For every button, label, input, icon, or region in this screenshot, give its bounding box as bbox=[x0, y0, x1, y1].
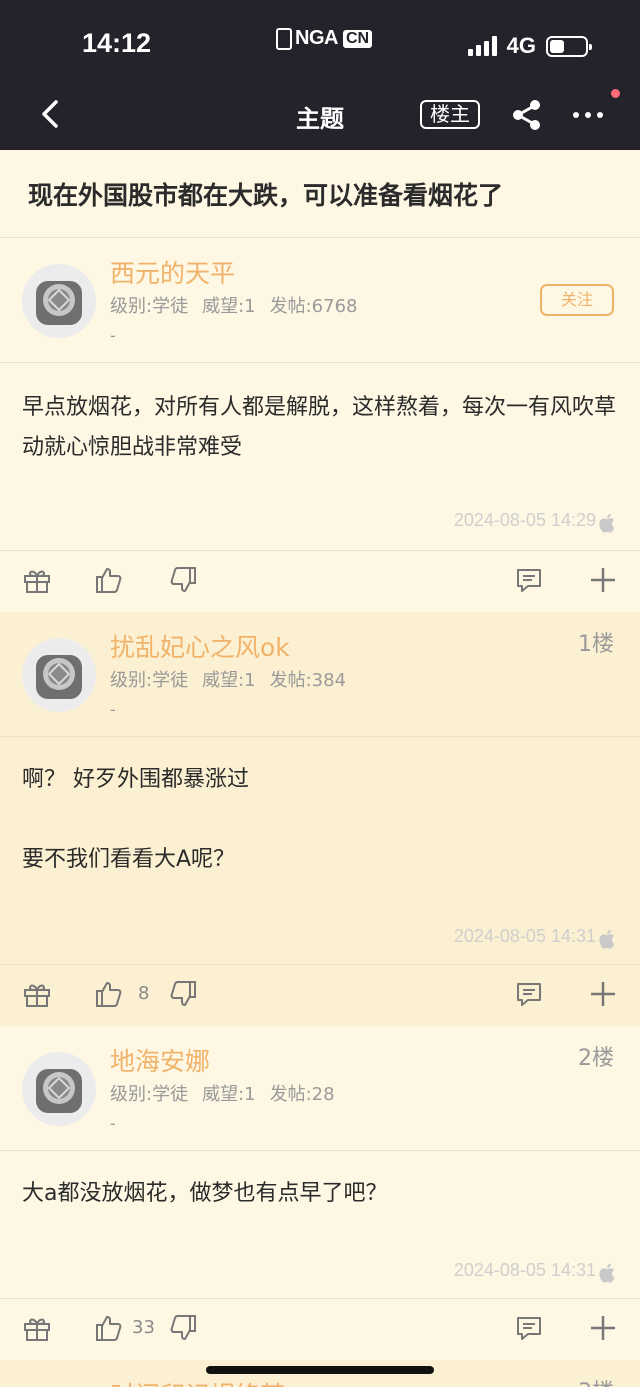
post-header: 扰乱妃心之风ok 级别:学徒 威望:1 发帖:384 - 1楼 bbox=[0, 612, 640, 737]
user-level: 级别:学徒 bbox=[110, 670, 189, 691]
signal-icon bbox=[467, 36, 497, 56]
nga-logo: NGA CN bbox=[276, 27, 373, 50]
user-level: 级别:学徒 bbox=[110, 1084, 189, 1105]
nga-logo-badge: CN bbox=[342, 29, 373, 48]
username[interactable]: 西元的天平 bbox=[110, 254, 235, 290]
topic-title: 现在外国股市都在大跌，可以准备看烟花了 bbox=[0, 150, 640, 238]
post-date: 2024-08-05 14:31 bbox=[453, 926, 596, 946]
post-content: 大a都没放烟花，做梦也有点早了吧？ bbox=[22, 1174, 622, 1214]
user-post-count: 发帖:384 bbox=[269, 670, 347, 691]
post-text-line: 大a都没放烟花，做梦也有点早了吧？ bbox=[22, 1181, 388, 1206]
user-prestige: 威望:1 bbox=[202, 296, 256, 317]
post-date: 2024-08-05 14:29 bbox=[453, 510, 596, 530]
apple-device-icon bbox=[599, 1263, 615, 1283]
network-type: 4G bbox=[506, 33, 536, 58]
post-content: 早点放烟花，对所有人都是解脱，这样熬着，每次一有风吹草动就心惊胆战非常难受 bbox=[22, 388, 622, 468]
post-text-line: 要不我们看看大A呢？ bbox=[22, 847, 236, 872]
user-prestige: 威望:1 bbox=[202, 1084, 256, 1105]
username[interactable]: 扰乱妃心之风ok bbox=[110, 628, 290, 664]
post-text-line: 早点放烟花，对所有人都是解脱，这样熬着，每次一有风吹草动就心惊胆战非常难受 bbox=[22, 395, 617, 460]
like-count: 33 bbox=[132, 1317, 155, 1338]
avatar[interactable] bbox=[22, 264, 96, 338]
post-actions: 8 bbox=[0, 964, 640, 1026]
user-signature: - bbox=[110, 700, 116, 719]
user-prestige: 威望:1 bbox=[202, 670, 256, 691]
username[interactable]: 地海安娜 bbox=[110, 1042, 210, 1078]
comment-icon[interactable] bbox=[514, 565, 544, 595]
plus-icon[interactable] bbox=[588, 979, 618, 1009]
post-header: 西元的天平 级别:学徒 威望:1 发帖:6768 - 关注 bbox=[0, 238, 640, 363]
avatar[interactable] bbox=[22, 1052, 96, 1126]
user-level: 级别:学徒 bbox=[110, 296, 189, 317]
gift-icon[interactable] bbox=[22, 565, 52, 595]
post-item: 地海安娜 级别:学徒 威望:1 发帖:28 - 2楼 大a都没放烟花，做梦也有点早了… bbox=[0, 1026, 640, 1360]
comment-icon[interactable] bbox=[514, 979, 544, 1009]
floor-number: 3楼 bbox=[578, 1374, 614, 1387]
like-icon[interactable] bbox=[94, 979, 124, 1009]
post-date: 2024-08-05 14:31 bbox=[453, 1260, 596, 1280]
comment-icon[interactable] bbox=[514, 1313, 544, 1343]
nga-logo-text: NGA bbox=[295, 27, 338, 49]
home-indicator[interactable] bbox=[206, 1366, 434, 1374]
avatar[interactable] bbox=[22, 638, 96, 712]
apple-device-icon bbox=[599, 929, 615, 949]
post-header: 地海安娜 级别:学徒 威望:1 发帖:28 - 2楼 bbox=[0, 1026, 640, 1151]
user-signature: - bbox=[110, 326, 116, 345]
share-icon[interactable] bbox=[508, 96, 546, 134]
post-actions: 33 bbox=[0, 1298, 640, 1360]
floor-number: 2楼 bbox=[578, 1046, 614, 1071]
post-text-line bbox=[22, 800, 622, 840]
user-signature: - bbox=[110, 1114, 116, 1133]
gift-icon[interactable] bbox=[22, 979, 52, 1009]
post-content: 啊？ 好歹外围都暴涨过 要不我们看看大A呢？ bbox=[22, 760, 622, 880]
gift-icon[interactable] bbox=[22, 1313, 52, 1343]
post-text-line: 啊？ 好歹外围都暴涨过 bbox=[22, 767, 249, 792]
op-only-button[interactable]: 楼主 bbox=[420, 100, 480, 129]
status-indicators: 4G bbox=[467, 33, 592, 59]
apple-device-icon bbox=[599, 513, 615, 533]
nav-bar: 主题 楼主 bbox=[0, 80, 640, 150]
post-actions bbox=[0, 550, 640, 612]
like-icon[interactable] bbox=[94, 565, 124, 595]
dislike-icon[interactable] bbox=[168, 565, 198, 595]
status-time: 14:12 bbox=[82, 28, 152, 58]
notification-dot bbox=[611, 89, 620, 98]
username[interactable]: 时间印记烬终某 bbox=[110, 1376, 285, 1387]
post-item: 扰乱妃心之风ok 级别:学徒 威望:1 发帖:384 - 1楼 啊？ 好歹外围都暴涨… bbox=[0, 612, 640, 1026]
plus-icon[interactable] bbox=[588, 565, 618, 595]
user-meta: 级别:学徒 威望:1 发帖:6768 bbox=[110, 292, 371, 318]
like-icon[interactable] bbox=[94, 1313, 124, 1343]
more-options-icon[interactable] bbox=[568, 96, 608, 134]
user-meta: 级别:学徒 威望:1 发帖:384 bbox=[110, 666, 360, 692]
user-post-count: 发帖:6768 bbox=[269, 296, 358, 317]
battery-icon bbox=[546, 35, 592, 57]
dislike-icon[interactable] bbox=[168, 979, 198, 1009]
post-item: 西元的天平 级别:学徒 威望:1 发帖:6768 - 关注 早点放烟花，对所有人都是… bbox=[0, 238, 640, 612]
like-count: 8 bbox=[138, 983, 150, 1004]
plus-icon[interactable] bbox=[588, 1313, 618, 1343]
nga-logo-mark-icon bbox=[276, 27, 292, 50]
user-post-count: 发帖:28 bbox=[269, 1084, 335, 1105]
dislike-icon[interactable] bbox=[168, 1313, 198, 1343]
user-meta: 级别:学徒 威望:1 发帖:28 bbox=[110, 1080, 349, 1106]
floor-number: 1楼 bbox=[578, 632, 614, 657]
status-bar: 14:12 NGA CN 4G bbox=[0, 0, 640, 80]
follow-button[interactable]: 关注 bbox=[540, 284, 614, 316]
